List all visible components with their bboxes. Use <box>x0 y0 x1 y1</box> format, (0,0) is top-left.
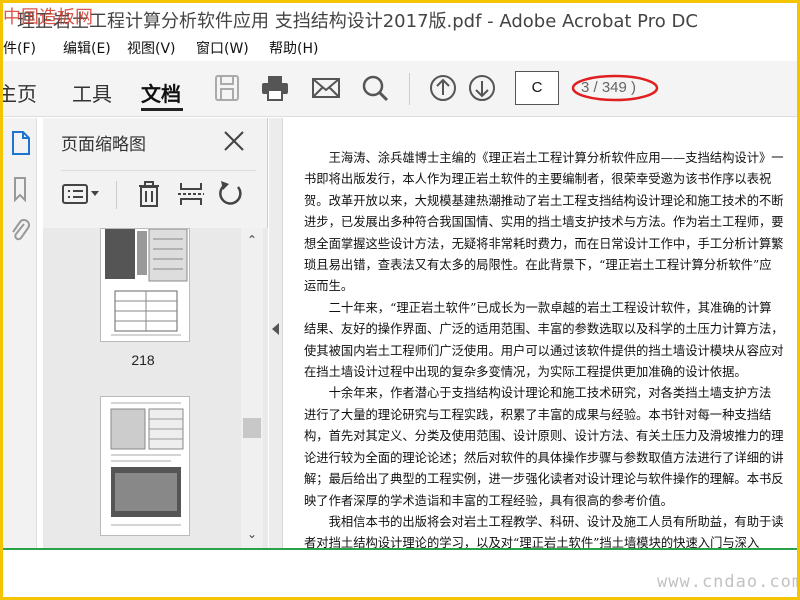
delete-icon[interactable] <box>134 179 164 209</box>
scrollbar-thumb[interactable] <box>243 418 261 438</box>
attachment-icon[interactable] <box>9 218 31 244</box>
document-line: 运而生。 <box>304 279 354 294</box>
document-line: 解；最后给出了典型的工程实例，进一步强化读者对设计理论与软件操作的理解。本书反 <box>304 472 784 487</box>
extract-icon[interactable] <box>176 179 206 209</box>
close-icon[interactable] <box>221 128 247 154</box>
document-line: 进行了大量的理论研究与工程实践，积累了丰富的成果与经验。本书针对每一种支挡结 <box>304 407 772 422</box>
tab-home[interactable]: 主页 <box>3 78 37 107</box>
search-icon <box>362 75 389 102</box>
next-page-icon <box>469 75 495 101</box>
toolbar-divider <box>409 73 410 105</box>
document-paragraph: 王海涛、涂兵雄博士主编的《理正岩土工程计算分析软件应用——支挡结构设计》一书即将… <box>304 148 797 298</box>
document-line: 结果、友好的操作界面、广泛的适用范围、丰富的参数选取以及科学的土压力计算方法， <box>304 322 784 337</box>
document-line: 者对挡土结构设计理论的学习，以及对“理正岩土软件”挡土墙模块的快速入门与深入 <box>304 536 760 548</box>
document-line: 在挡土墙设计过程中出现的复杂多变情况，为实际工程提供更加准确的设计依据。 <box>304 365 747 380</box>
tab-document[interactable]: 文档 <box>141 78 181 107</box>
document-line: 书即将出版发行，本人作为理正岩土软件的主要编制者，很荣幸受邀为该书作序以表祝 <box>304 172 772 187</box>
menu-file[interactable]: 件(F) <box>3 38 36 58</box>
thumbnail-list: 218 <box>43 228 268 548</box>
thumbnail-label: 218 <box>131 352 155 368</box>
panel-collapse-handle[interactable] <box>269 118 283 548</box>
document-view[interactable]: 王海涛、涂兵雄博士主编的《理正岩土工程计算分析软件应用——支挡结构设计》一书即将… <box>284 118 797 548</box>
page-options-icon[interactable] <box>61 179 103 209</box>
active-tab-indicator <box>141 108 183 111</box>
thumbnail-scrollbar[interactable]: ⌃ ⌄ <box>241 228 263 548</box>
page-preview <box>110 402 184 526</box>
menu-help[interactable]: 帮助(H) <box>269 38 318 58</box>
thumbnail-page[interactable] <box>100 396 190 536</box>
menu-window[interactable]: 窗口(W) <box>196 38 249 58</box>
document-line: 构，首先对其定义、分类及使用范围、设计原则、设计方法、有关土压力及滑坡推力的理 <box>304 429 784 444</box>
window-title: 理正岩土工程计算分析软件应用 支挡结构设计2017版.pdf - Adobe A… <box>17 11 698 32</box>
document-paragraph: 十余年来，作者潜心于支挡结构设计理论和施工技术研究，对各类挡土墙支护方法进行了大… <box>304 383 797 511</box>
tab-tools[interactable]: 工具 <box>72 78 112 107</box>
print-button[interactable] <box>259 73 291 103</box>
app-window: 理正岩土工程计算分析软件应用 支挡结构设计2017版.pdf - Adobe A… <box>0 0 800 600</box>
menu-edit[interactable]: 编辑(E) <box>63 38 111 58</box>
document-line: 我相信本书的出版将会对岩土工程教学、科研、设计及施工人员有所助益，有助于读 <box>328 514 784 529</box>
chevron-down-icon[interactable]: ⌄ <box>245 528 259 540</box>
save-button[interactable] <box>211 73 243 103</box>
panel-toolbar <box>61 170 256 220</box>
watermark-url: www.cndao.com <box>657 572 800 592</box>
page-count: 3 / 349 ) <box>581 79 637 96</box>
thumbnail-page[interactable] <box>100 228 190 342</box>
document-line: 琐且易出错，查表法又有太多的局限性。在此背景下，“理正岩土工程计算分析软件”应 <box>304 258 772 273</box>
document-line: 论进行较为全面的理论论述；然后对软件的具体操作步骤与参数取值方法进行了详细的讲 <box>304 450 784 465</box>
watermark-logo: 中国造板网 <box>3 7 93 28</box>
title-bar: 理正岩土工程计算分析软件应用 支挡结构设计2017版.pdf - Adobe A… <box>3 3 797 33</box>
page-thumbnails-icon[interactable] <box>9 130 31 156</box>
document-page: 王海涛、涂兵雄博士主编的《理正岩土工程计算分析软件应用——支挡结构设计》一书即将… <box>304 148 797 548</box>
document-line: 王海涛、涂兵雄博士主编的《理正岩土工程计算分析软件应用——支挡结构设计》一 <box>328 151 784 165</box>
document-line: 使其被国内岩土工程师们广泛使用。用户可以通过该软件提供的挡土墙设计模块从容应对 <box>304 343 784 358</box>
navigation-rail <box>3 118 37 548</box>
prev-page-icon <box>430 75 456 101</box>
email-button[interactable] <box>310 73 342 103</box>
mail-icon <box>312 78 340 98</box>
rotate-icon[interactable] <box>216 179 246 209</box>
next-page-button[interactable] <box>466 73 498 103</box>
bookmark-icon[interactable] <box>9 176 31 202</box>
document-paragraph: 二十年来，“理正岩土软件”已成长为一款卓越的岩土工程设计软件，其准确的计算结果、… <box>304 298 797 384</box>
page-preview <box>105 228 188 336</box>
document-line: 想全面掌握这些设计方法，无疑将非常耗时费力，而在日常设计工作中，手工分析计算繁 <box>304 236 784 251</box>
page-number-input[interactable]: C <box>515 71 559 105</box>
toolbar: 主页 工具 文档 C 3 / 349) <box>3 61 797 117</box>
collapse-arrow-icon <box>272 323 279 335</box>
document-paragraph: 我相信本书的出版将会对岩土工程教学、科研、设计及施工人员有所助益，有助于读者对挡… <box>304 512 797 548</box>
menu-bar: 件(F) 编辑(E) 视图(V) 窗口(W) 帮助(H) <box>3 34 797 60</box>
prev-page-button[interactable] <box>427 73 459 103</box>
document-line: 贺。改革开放以来，大规模基建热潮推动了岩土工程支挡结构设计理论和施工技术的不断 <box>304 193 784 208</box>
document-line: 映了作者深厚的学术造诣和丰富的工程经验，具有很高的参考价值。 <box>304 493 673 508</box>
panel-title: 页面缩略图 <box>61 135 146 155</box>
print-icon <box>262 76 288 101</box>
document-line: 十余年来，作者潜心于支挡结构设计理论和施工技术研究，对各类挡土墙支护方法 <box>328 386 772 401</box>
search-button[interactable] <box>359 73 391 103</box>
panel-tools-divider <box>116 181 117 209</box>
document-line: 二十年来，“理正岩土软件”已成长为一款卓越的岩土工程设计软件，其准确的计算 <box>328 300 772 315</box>
save-icon <box>215 75 239 101</box>
menu-view[interactable]: 视图(V) <box>127 38 176 58</box>
thumbnail-panel: 页面缩略图 218 ⌃ ⌄ <box>43 118 268 548</box>
document-line: 进步，已发展出多种符合我国国情、实用的挡土墙支护技术与方法。作为岩土工程师，要 <box>304 215 784 230</box>
chevron-up-icon[interactable]: ⌃ <box>245 234 259 246</box>
